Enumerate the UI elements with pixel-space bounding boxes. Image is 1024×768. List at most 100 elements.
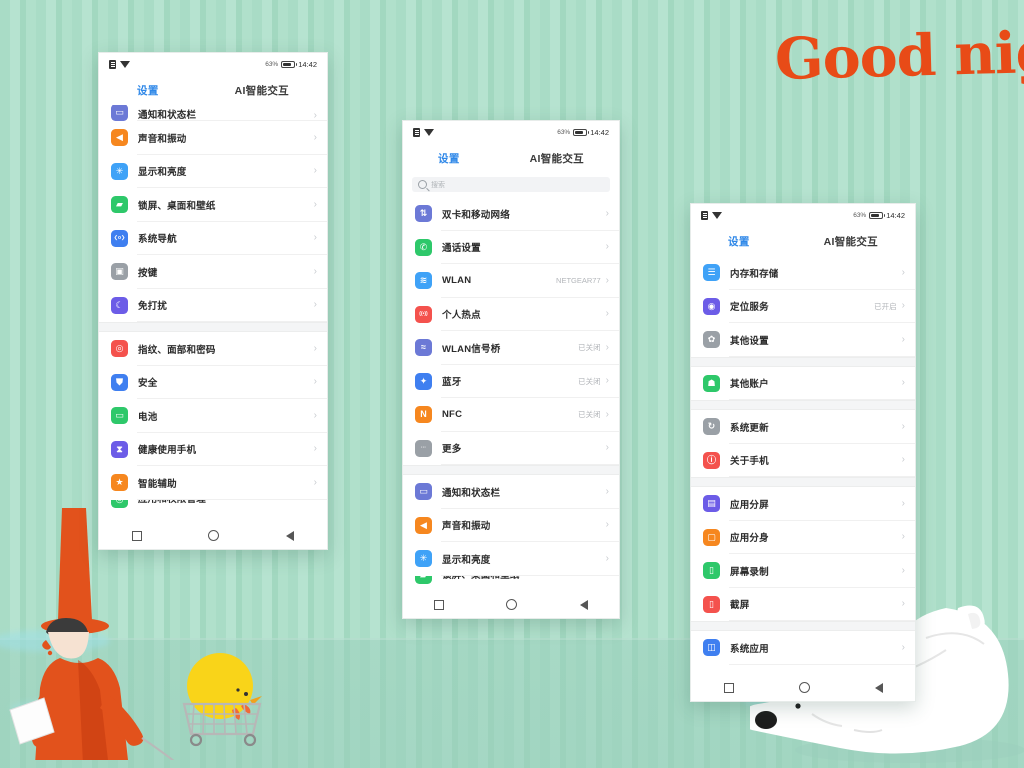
list-item[interactable]: ✳ 显示和亮度 › — [403, 542, 619, 576]
settings-list[interactable]: ▭ 通知和状态栏 › ◀ 声音和振动 › ✳ 显示和亮度 › ▰ 锁屏、桌面和壁纸 › ❮o❯ 系统导航 ›… — [99, 105, 327, 522]
chevron-right-icon: › — [605, 341, 609, 353]
list-item[interactable]: ▢ 应用分身 › — [691, 520, 915, 554]
list-item[interactable]: ((•)) 个人热点 › — [403, 297, 619, 331]
digital-wellbeing-icon: ⧗ — [111, 440, 128, 458]
list-item[interactable]: ✦ 蓝牙 已关闭 › — [403, 364, 619, 398]
status-bar: 63% 14:42 — [691, 204, 915, 226]
list-item-label: 声音和振动 — [442, 521, 491, 533]
list-item[interactable]: ▯ 屏幕录制 › — [691, 554, 915, 588]
list-item-label: 系统应用 — [730, 643, 769, 655]
back-triangle-icon[interactable] — [285, 530, 294, 541]
list-item[interactable]: ☰ 内存和存储 › — [691, 256, 915, 290]
list-item[interactable]: ❮o❯ 系统导航 › — [99, 221, 327, 255]
chevron-right-icon: › — [901, 497, 905, 509]
list-item[interactable]: ☾ 免打扰 › — [99, 288, 327, 322]
more-icon: ··· — [415, 439, 432, 457]
list-item-label: 系统导航 — [138, 234, 177, 246]
chevron-right-icon: › — [605, 552, 609, 564]
tab-settings[interactable]: 设置 — [137, 83, 159, 98]
chevron-right-icon: › — [605, 241, 609, 253]
list-item[interactable]: ✿ 其他设置 › — [691, 323, 915, 357]
group-separator — [99, 322, 327, 332]
list-item[interactable]: ▭ 通知和状态栏 › — [403, 475, 619, 509]
list-item[interactable]: ◫ 系统应用 › — [691, 631, 915, 665]
settings-list[interactable]: ☰ 内存和存储 › ◉ 定位服务 已开启 › ✿ 其他设置 › ☗ 其他账户 › ↻ 系统更新 › ⓘ 关于手机 ›… — [691, 256, 915, 674]
status-bar-right: 63% 14:42 — [853, 211, 905, 220]
phone-screenshot-center[interactable]: 63% 14:42 设置 AI智能交互 搜索 ⇅ 双卡和移动网络 › ✆ 通话设置 › ≋ WLAN NE… — [402, 120, 620, 619]
home-circle-icon[interactable] — [506, 599, 518, 610]
sim-card-icon — [109, 59, 116, 69]
system-update-icon: ↻ — [703, 418, 720, 436]
list-item-label: 显示和亮度 — [442, 554, 491, 566]
back-triangle-icon[interactable] — [874, 682, 883, 693]
list-item-label: 指纹、面部和密码 — [138, 344, 216, 356]
list-item-value: 已开启 — [874, 301, 897, 311]
list-item[interactable]: ⛊ 安全 › — [99, 365, 327, 399]
list-item[interactable]: ↻ 系统更新 › — [691, 410, 915, 444]
nfc-icon: N — [415, 406, 432, 424]
list-item[interactable]: ◎ 指纹、面部和密码 › — [99, 332, 327, 366]
list-item-label: 个人热点 — [442, 310, 481, 322]
list-item-value: 已关闭 — [578, 343, 601, 353]
home-circle-icon[interactable] — [798, 682, 810, 693]
chevron-right-icon: › — [313, 265, 317, 277]
list-item-label: 屏幕录制 — [730, 566, 769, 578]
list-item-label: 应用和权限管理 — [138, 500, 206, 505]
other-settings-icon: ✿ — [703, 331, 720, 349]
chevron-right-icon: › — [605, 519, 609, 531]
tab-ai-interaction[interactable]: AI智能交互 — [530, 151, 584, 166]
list-item[interactable]: ≋ WLAN NETGEAR77 › — [403, 264, 619, 298]
search-input[interactable]: 搜索 — [412, 177, 610, 192]
tab-ai-interaction[interactable]: AI智能交互 — [235, 83, 289, 98]
wifi-bridge-icon: ≈ — [415, 339, 432, 357]
list-item-label: WLAN信号桥 — [442, 343, 501, 355]
tab-settings[interactable]: 设置 — [438, 151, 460, 166]
list-item-label: 其他账户 — [730, 379, 769, 391]
home-circle-icon[interactable] — [208, 530, 220, 541]
chevron-right-icon: › — [314, 500, 317, 501]
list-item[interactable]: ⇅ 双卡和移动网络 › — [403, 197, 619, 231]
list-item[interactable]: ◉ 定位服务 已开启 › — [691, 289, 915, 323]
phone-screenshot-left[interactable]: 63% 14:42 设置 AI智能交互 ▭ 通知和状态栏 › ◀ 声音和振动 › ✳ 显示和亮度 › ▰ 锁… — [98, 52, 328, 550]
list-item-label: 定位服务 — [730, 302, 769, 314]
chevron-right-icon: › — [605, 274, 609, 286]
recents-square-icon[interactable] — [434, 599, 445, 610]
list-item[interactable]: ▣ 按键 › — [99, 255, 327, 289]
list-item[interactable]: ▤ 应用分屏 › — [691, 487, 915, 521]
settings-list[interactable]: ⇅ 双卡和移动网络 › ✆ 通话设置 › ≋ WLAN NETGEAR77 › ((•)) 个人热点 ›… — [403, 197, 619, 591]
list-item[interactable]: ▭ 通知和状态栏 › — [99, 105, 327, 121]
back-triangle-icon[interactable] — [579, 599, 588, 610]
recents-square-icon[interactable] — [723, 682, 734, 693]
phone-screenshot-right[interactable]: 63% 14:42 设置 AI智能交互 ☰ 内存和存储 › ◉ 定位服务 已开启 › ✿ 其他设置 › ☗ 其… — [690, 203, 916, 702]
chevron-right-icon: › — [606, 576, 609, 577]
list-item[interactable]: ★ 智能辅助 › — [99, 466, 327, 500]
list-item-label: 应用分身 — [730, 533, 769, 545]
list-item[interactable]: ☗ 其他账户 › — [691, 366, 915, 400]
list-item-label: 系统更新 — [730, 422, 769, 434]
group-separator — [691, 477, 915, 487]
list-item[interactable]: ··· 更多 › — [403, 431, 619, 465]
list-item[interactable]: N NFC 已关闭 › — [403, 398, 619, 432]
list-item-value: NETGEAR77 — [556, 276, 601, 286]
tab-settings[interactable]: 设置 — [728, 234, 750, 249]
list-item[interactable]: ▰ 锁屏、桌面和壁纸 › — [403, 575, 619, 591]
list-item[interactable]: ▯ 截屏 › — [691, 587, 915, 621]
list-item[interactable]: ✆ 通话设置 › — [403, 230, 619, 264]
list-item-label: NFC — [442, 409, 463, 421]
chevron-right-icon: › — [313, 476, 317, 488]
list-item[interactable]: ◀ 声音和振动 › — [403, 508, 619, 542]
chevron-right-icon: › — [313, 299, 317, 311]
list-item[interactable]: ≈ WLAN信号桥 已关闭 › — [403, 331, 619, 365]
tab-ai-interaction[interactable]: AI智能交互 — [824, 234, 878, 249]
list-item[interactable]: ▰ 锁屏、桌面和壁纸 › — [99, 188, 327, 222]
recents-square-icon[interactable] — [132, 530, 143, 541]
list-item[interactable]: ◀ 声音和振动 › — [99, 121, 327, 155]
list-item[interactable]: ▭ 电池 › — [99, 399, 327, 433]
chevron-right-icon: › — [605, 308, 609, 320]
list-item[interactable]: ⓘ 关于手机 › — [691, 443, 915, 477]
battery-icon — [869, 211, 886, 219]
do-not-disturb-icon: ☾ — [111, 296, 128, 314]
list-item[interactable]: ◎ 应用和权限管理 › — [99, 499, 327, 517]
list-item[interactable]: ✳ 显示和亮度 › — [99, 154, 327, 188]
list-item[interactable]: ⧗ 健康使用手机 › — [99, 432, 327, 466]
